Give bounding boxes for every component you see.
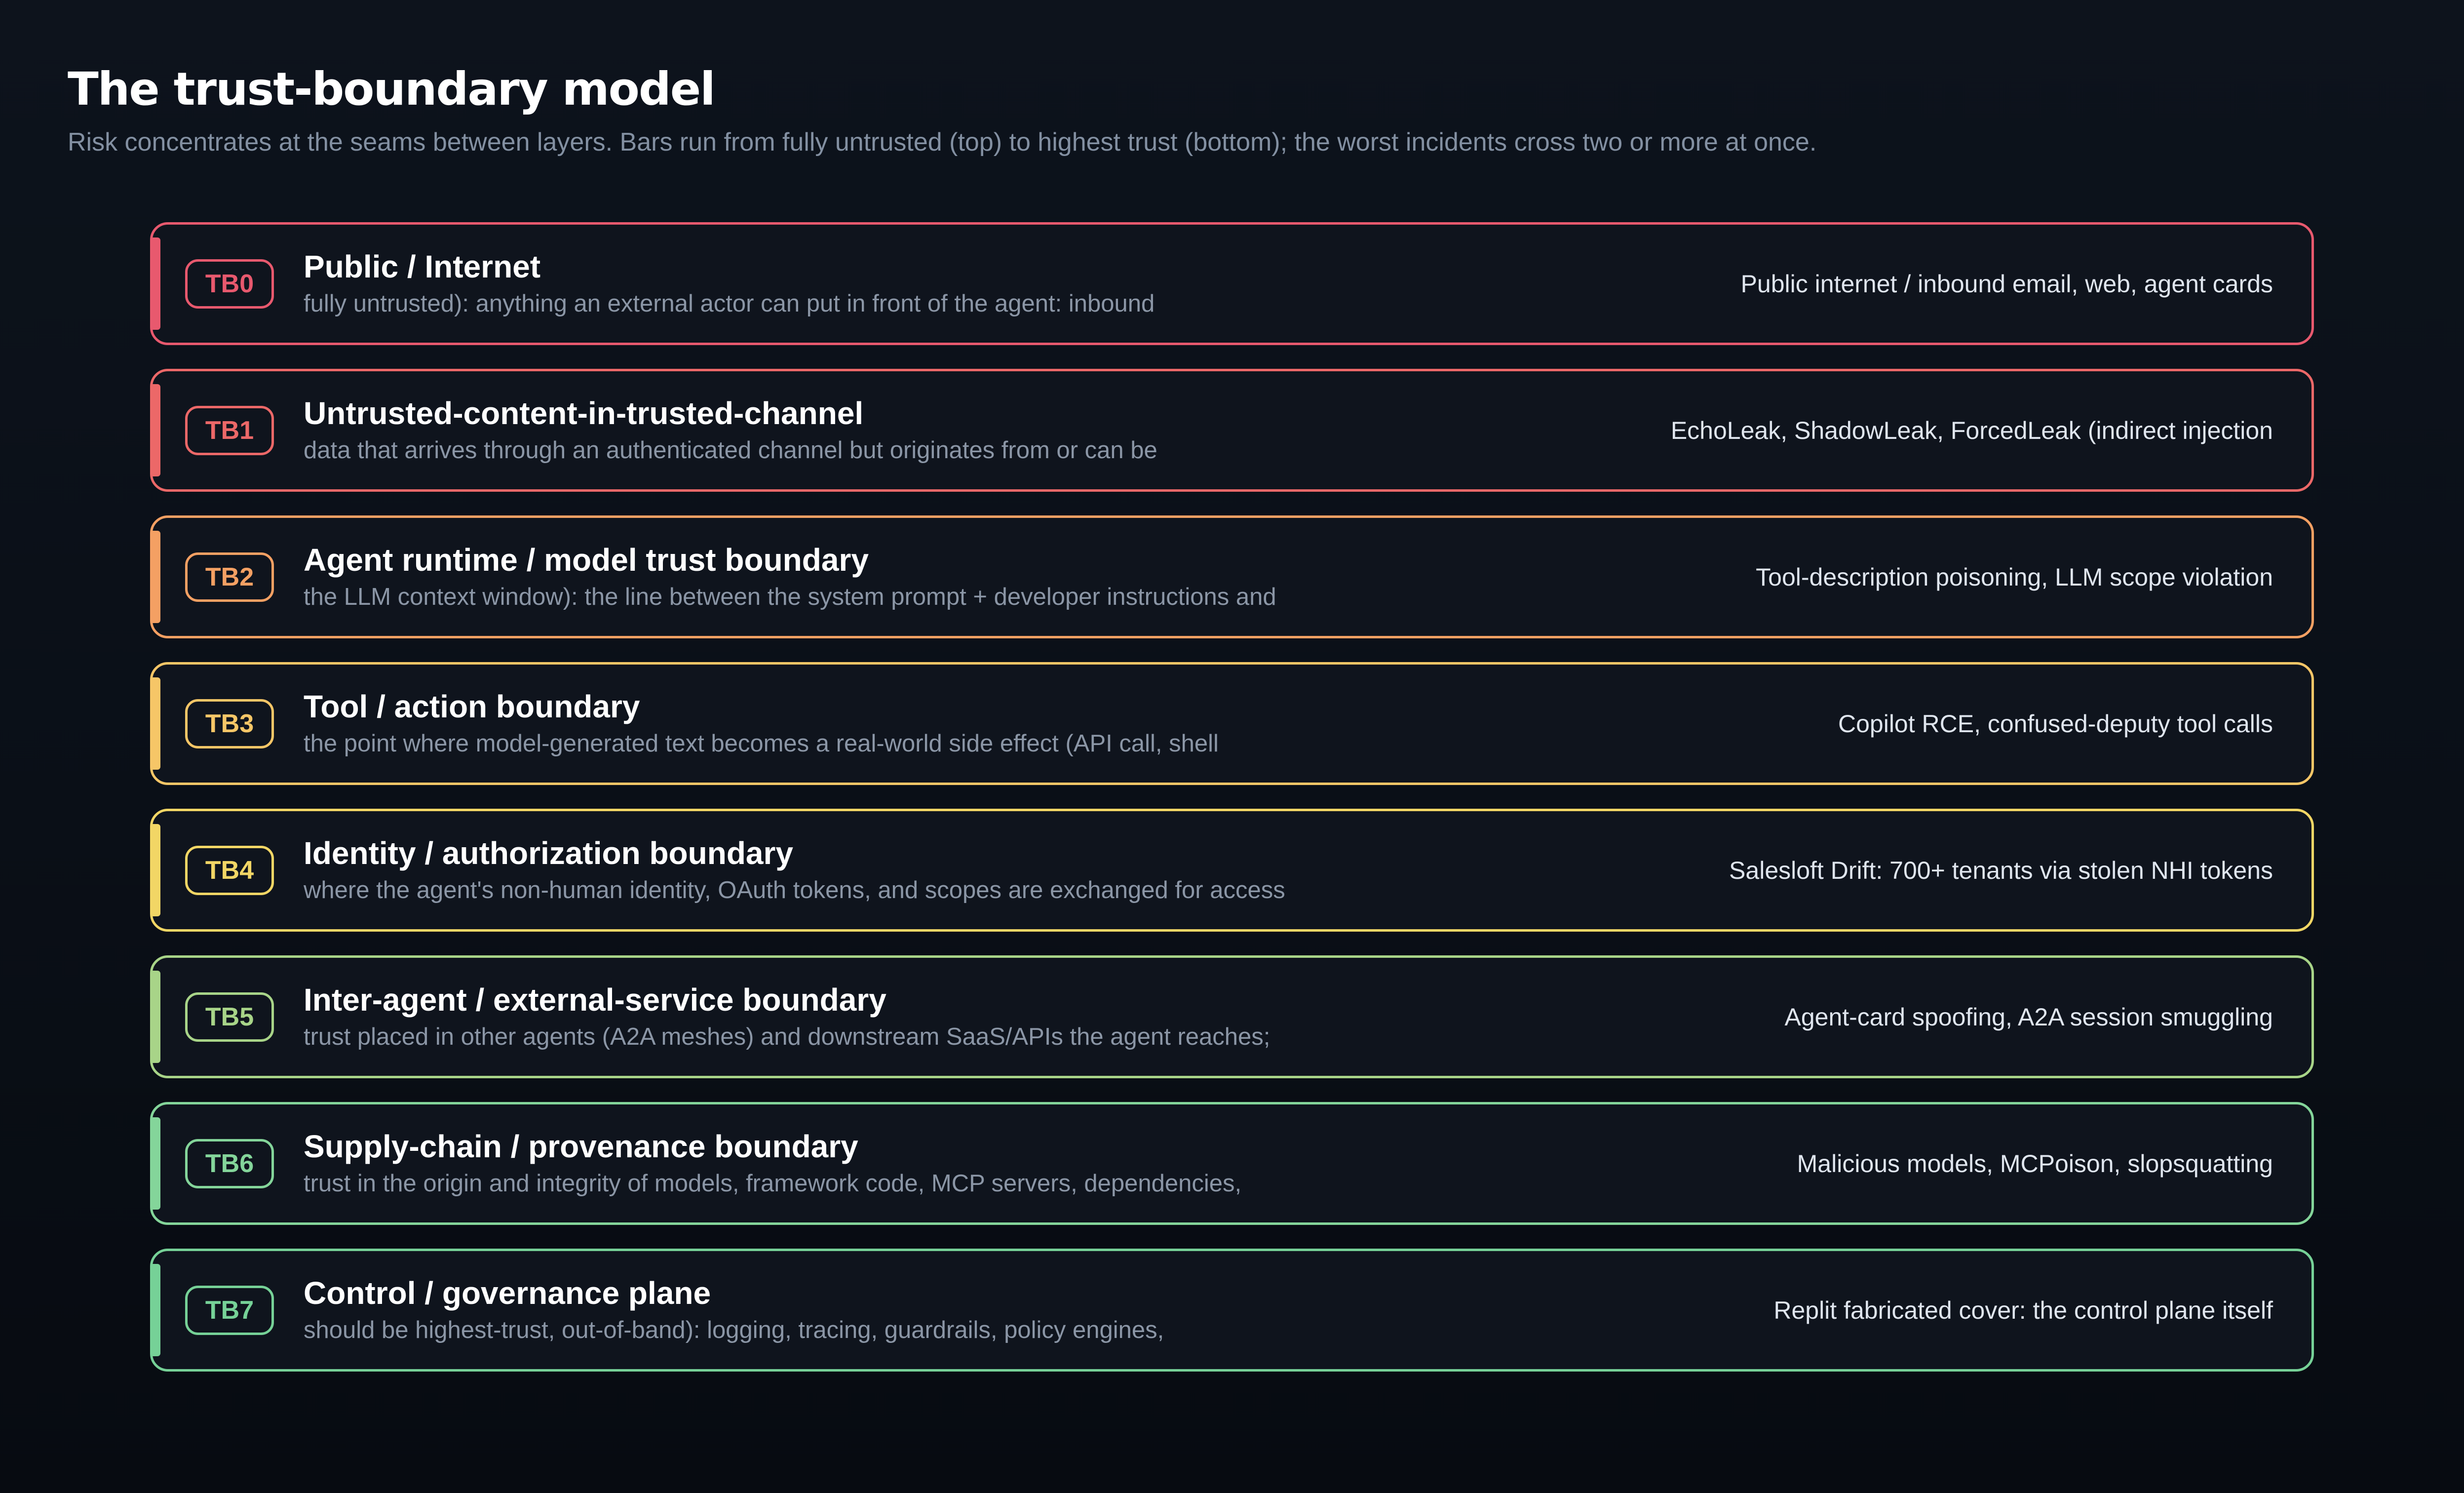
boundary-example: Agent-card spoofing, A2A session smuggli…: [1784, 1003, 2273, 1031]
boundary-example: Copilot RCE, confused-deputy tool calls: [1838, 709, 2273, 738]
boundary-text: Tool / action boundary the point where m…: [304, 689, 1838, 758]
trust-boundary-stack: TB0 Public / Internet fully untrusted): …: [150, 222, 2314, 1395]
boundary-name: Control / governance plane: [304, 1275, 711, 1311]
boundary-text: Control / governance plane should be hig…: [304, 1275, 1773, 1344]
boundary-example: Public internet / inbound email, web, ag…: [1740, 270, 2273, 298]
boundary-bar-tb2: TB2 Agent runtime / model trust boundary…: [150, 515, 2314, 638]
boundary-name: Tool / action boundary: [304, 689, 640, 725]
boundary-description: trust placed in other agents (A2A meshes…: [304, 1023, 1270, 1050]
boundary-bar-tb7: TB7 Control / governance plane should be…: [150, 1249, 2314, 1372]
boundary-bar-tb5: TB5 Inter-agent / external-service bound…: [150, 955, 2314, 1078]
boundary-example: EchoLeak, ShadowLeak, ForcedLeak (indire…: [1670, 416, 2273, 444]
boundary-name: Identity / authorization boundary: [304, 835, 793, 871]
boundary-description: the LLM context window): the line betwee…: [304, 583, 1276, 610]
boundary-example: Replit fabricated cover: the control pla…: [1773, 1296, 2273, 1324]
boundary-description: trust in the origin and integrity of mod…: [304, 1170, 1242, 1197]
boundary-name: Untrusted-content-in-trusted-channel: [304, 395, 864, 432]
boundary-text: Supply-chain / provenance boundary trust…: [304, 1129, 1797, 1198]
page-title: The trust-boundary model: [68, 63, 716, 116]
boundary-text: Public / Internet fully untrusted): anyt…: [304, 249, 1741, 318]
boundary-tag: TB6: [185, 1139, 274, 1188]
boundary-description: should be highest-trust, out-of-band): l…: [304, 1316, 1164, 1343]
boundary-text: Inter-agent / external-service boundary …: [304, 982, 1784, 1051]
boundary-tag: TB1: [185, 405, 274, 455]
boundary-tag: TB3: [185, 699, 274, 748]
page-subtitle: Risk concentrates at the seams between l…: [68, 128, 1817, 157]
boundary-tag: TB4: [185, 845, 274, 895]
boundary-description: the point where model-generated text bec…: [304, 730, 1219, 757]
boundary-example: Salesloft Drift: 700+ tenants via stolen…: [1729, 856, 2273, 884]
boundary-description: where the agent's non-human identity, OA…: [304, 876, 1285, 904]
boundary-text: Agent runtime / model trust boundary the…: [304, 542, 1756, 611]
boundary-bar-tb4: TB4 Identity / authorization boundary wh…: [150, 809, 2314, 932]
boundary-description: fully untrusted): anything an external a…: [304, 290, 1155, 317]
boundary-name: Public / Internet: [304, 249, 541, 285]
boundary-name: Agent runtime / model trust boundary: [304, 542, 869, 578]
boundary-example: Malicious models, MCPoison, slopsquattin…: [1797, 1149, 2273, 1178]
boundary-tag: TB5: [185, 992, 274, 1042]
boundary-tag: TB2: [185, 552, 274, 602]
boundary-text: Untrusted-content-in-trusted-channel dat…: [304, 395, 1671, 465]
boundary-example: Tool-description poisoning, LLM scope vi…: [1756, 563, 2273, 591]
boundary-bar-tb3: TB3 Tool / action boundary the point whe…: [150, 662, 2314, 785]
boundary-tag: TB7: [185, 1285, 274, 1335]
header: The trust-boundary model Risk concentrat…: [68, 64, 2387, 158]
boundary-description: data that arrives through an authenticat…: [304, 436, 1157, 464]
boundary-name: Supply-chain / provenance boundary: [304, 1129, 858, 1165]
boundary-text: Identity / authorization boundary where …: [304, 835, 1729, 904]
boundary-bar-tb6: TB6 Supply-chain / provenance boundary t…: [150, 1102, 2314, 1225]
boundary-bar-tb0: TB0 Public / Internet fully untrusted): …: [150, 222, 2314, 345]
boundary-bar-tb1: TB1 Untrusted-content-in-trusted-channel…: [150, 369, 2314, 492]
boundary-tag: TB0: [185, 259, 274, 309]
boundary-name: Inter-agent / external-service boundary: [304, 982, 886, 1018]
